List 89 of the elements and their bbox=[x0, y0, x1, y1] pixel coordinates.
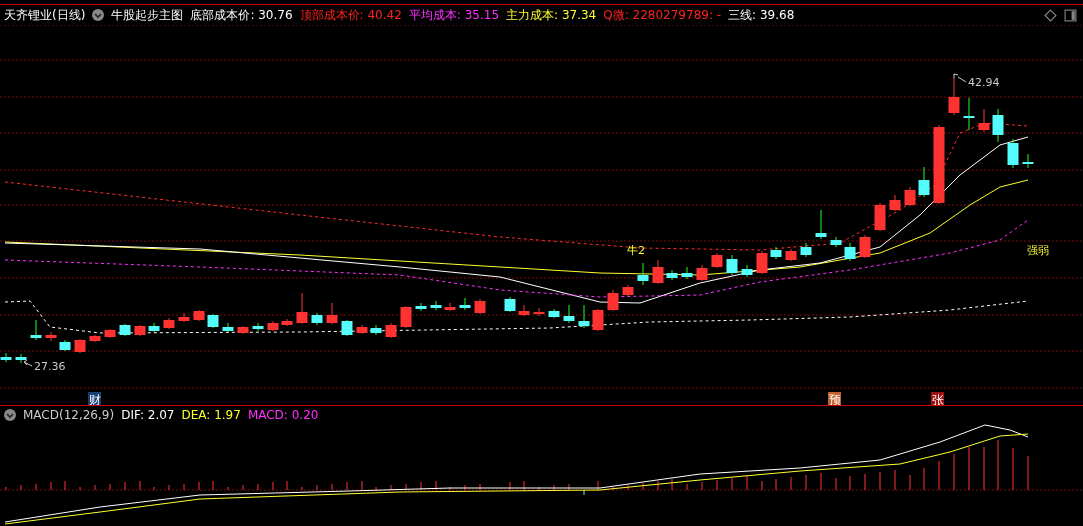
candlestick bbox=[578, 304, 590, 329]
indicator-template-name[interactable]: 牛股起步主图 bbox=[111, 6, 184, 24]
candlestick bbox=[385, 322, 397, 339]
indicator-value: MACD: 0.20 bbox=[247, 407, 319, 422]
candlestick bbox=[622, 284, 634, 297]
indicator-value: 底部成本价: 30.76 bbox=[190, 6, 293, 24]
candlestick bbox=[444, 302, 456, 312]
candlestick bbox=[874, 202, 886, 232]
diamond-icon[interactable] bbox=[1044, 8, 1057, 22]
candlestick bbox=[785, 248, 797, 262]
candlestick bbox=[992, 108, 1004, 143]
candlestick bbox=[696, 264, 708, 282]
candlestick bbox=[134, 324, 146, 337]
indicator-value: 顶部成本价: 40.42 bbox=[299, 6, 402, 24]
candlestick bbox=[563, 304, 575, 324]
indicator-value: DIF: 2.07 bbox=[121, 407, 175, 422]
candlestick bbox=[904, 186, 916, 207]
candlestick bbox=[163, 317, 175, 330]
candlestick bbox=[415, 302, 427, 312]
candlestick bbox=[844, 242, 856, 262]
candlestick bbox=[237, 325, 249, 335]
candlestick bbox=[815, 209, 827, 240]
candlestick bbox=[178, 312, 190, 323]
candlestick bbox=[222, 322, 234, 333]
candlestick bbox=[474, 298, 486, 315]
candlestick bbox=[326, 302, 338, 325]
candlestick bbox=[859, 234, 871, 259]
candlestick bbox=[0, 352, 12, 363]
candlestick bbox=[770, 246, 782, 260]
candlestick bbox=[370, 324, 382, 336]
candlestick bbox=[592, 308, 604, 332]
candlestick bbox=[1022, 153, 1034, 169]
indicator-value: Q微: 2280279789: - bbox=[603, 6, 722, 24]
candlestick bbox=[148, 322, 160, 333]
candlestick bbox=[681, 266, 693, 280]
candlestick bbox=[207, 313, 219, 329]
candlestick bbox=[59, 339, 71, 352]
candlestick bbox=[45, 331, 57, 342]
panel-toggle-icon[interactable] bbox=[1064, 8, 1077, 22]
indicator-value: DEA: 1.97 bbox=[181, 407, 241, 422]
signal-label: 牛2 bbox=[627, 244, 645, 257]
candlestick bbox=[711, 252, 723, 269]
candlestick bbox=[666, 269, 678, 281]
chevron-down-icon[interactable] bbox=[92, 9, 105, 21]
candlestick bbox=[518, 304, 530, 317]
candlestick bbox=[533, 307, 545, 317]
candlestick bbox=[756, 250, 768, 275]
candlestick bbox=[119, 323, 131, 337]
candlestick bbox=[889, 194, 901, 212]
candlestick bbox=[296, 292, 308, 325]
candlestick bbox=[978, 108, 990, 133]
candlestick bbox=[963, 97, 975, 131]
candlestick bbox=[193, 309, 205, 322]
candlestick bbox=[637, 262, 649, 286]
candlestick bbox=[104, 328, 116, 339]
event-marker[interactable]: 预 bbox=[828, 392, 841, 405]
candlestick bbox=[504, 296, 516, 313]
candlestick bbox=[15, 353, 27, 364]
candlestick bbox=[252, 322, 264, 332]
candlestick bbox=[430, 300, 442, 311]
candlestick bbox=[607, 289, 619, 312]
candlestick bbox=[356, 324, 368, 335]
candlestick bbox=[281, 318, 293, 327]
indicator-value: 平均成本: 35.15 bbox=[408, 6, 500, 24]
candlestick bbox=[1007, 138, 1019, 169]
candlestick bbox=[74, 338, 86, 354]
candlestick bbox=[830, 236, 842, 248]
candlestick bbox=[30, 319, 42, 341]
candlestick bbox=[311, 312, 323, 326]
stock-title: 天齐锂业(日线) bbox=[4, 6, 86, 24]
candlestick bbox=[726, 254, 738, 276]
candlestick bbox=[948, 77, 960, 116]
candlestick bbox=[741, 264, 753, 278]
candlestick bbox=[89, 334, 101, 343]
candlestick bbox=[341, 319, 353, 337]
chevron-down-icon[interactable] bbox=[4, 408, 16, 421]
candlestick bbox=[400, 305, 412, 329]
candlestick bbox=[459, 297, 471, 311]
macd-title[interactable]: MACD(12,26,9) bbox=[23, 407, 115, 422]
candlestick bbox=[548, 308, 560, 319]
event-marker[interactable]: 财 bbox=[88, 392, 101, 405]
strength-label: 强弱 bbox=[1027, 244, 1049, 257]
indicator-value: 三线: 39.68 bbox=[728, 6, 795, 24]
candlestick bbox=[652, 259, 664, 285]
candlestick bbox=[267, 320, 279, 332]
candlestick bbox=[800, 242, 812, 258]
indicator-value: 主力成本: 37.34 bbox=[506, 6, 597, 24]
candlestick bbox=[918, 166, 930, 198]
event-marker[interactable]: 张 bbox=[931, 392, 944, 405]
